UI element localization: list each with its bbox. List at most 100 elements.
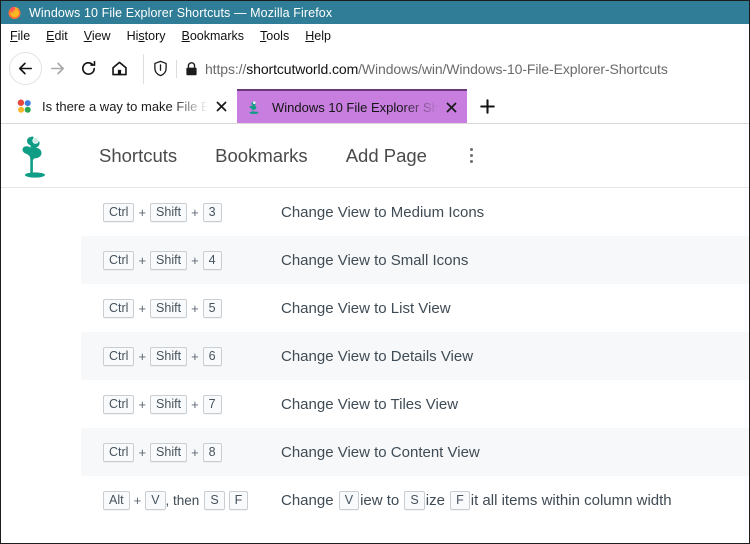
page-content: Shortcuts Bookmarks Add Page Ctrl + Shift +… xyxy=(1,124,749,524)
table-row: Ctrl + Shift +5 Change View to List View xyxy=(81,284,749,332)
table-row: Ctrl + Shift +3 Change View to Medium Icons xyxy=(81,188,749,236)
shortcut-description: Change View to Small Icons xyxy=(281,252,468,269)
key-plus-separator: + xyxy=(138,348,147,364)
shield-icon[interactable] xyxy=(153,60,168,77)
key-cap: Shift xyxy=(150,250,188,270)
shortcut-description: Change View to Details View xyxy=(281,348,473,365)
key-cap: 7 xyxy=(202,394,222,414)
key-cap: 3 xyxy=(202,202,222,222)
nav-link-shortcuts[interactable]: Shortcuts xyxy=(99,145,177,167)
shortcut-keys: Ctrl + Shift +4 xyxy=(81,250,281,270)
key-cap: Ctrl xyxy=(103,298,135,318)
key-plus-separator: + xyxy=(138,300,147,316)
shortcutworld-logo[interactable] xyxy=(15,132,55,180)
key-cap: 8 xyxy=(202,442,222,462)
new-tab-button[interactable] xyxy=(473,92,501,120)
shortcut-description: Change View to Tiles View xyxy=(281,396,458,413)
window-title: Windows 10 File Explorer Shortcuts — Moz… xyxy=(29,5,333,20)
close-icon[interactable] xyxy=(212,97,230,115)
url-divider xyxy=(176,59,177,78)
key-plus-separator: + xyxy=(138,252,147,268)
key-plus-separator: + xyxy=(191,300,199,316)
description-text: it all items within column width xyxy=(470,491,672,509)
colored-dots-favicon xyxy=(16,98,33,115)
tab-strip: Is there a way to make File Exp Windows … xyxy=(1,89,749,124)
key-cap: Ctrl xyxy=(103,394,135,414)
shortcut-description: Change View to List View xyxy=(281,300,451,317)
key-cap: Shift xyxy=(150,442,188,462)
url-scheme: https:// xyxy=(205,60,247,77)
lock-icon[interactable] xyxy=(185,61,198,77)
key-plus-separator: + xyxy=(191,204,199,220)
close-icon[interactable] xyxy=(442,98,460,116)
description-text: Change View to Content View xyxy=(281,443,480,461)
url-path: /Windows/win/Windows-10-File-Explorer-Sh… xyxy=(358,60,668,77)
nav-link-add-page[interactable]: Add Page xyxy=(346,145,427,167)
key-cap: 5 xyxy=(202,298,222,318)
key-plus-separator: + xyxy=(138,396,147,412)
site-header: Shortcuts Bookmarks Add Page xyxy=(1,124,749,188)
description-text: Change View to List View xyxy=(281,299,451,317)
back-icon[interactable] xyxy=(9,52,42,85)
key-cap: S xyxy=(404,490,425,510)
menu-bookmarks[interactable]: Bookmarks xyxy=(182,29,245,43)
menu-edit[interactable]: Edit xyxy=(46,29,68,43)
kebab-menu-icon[interactable] xyxy=(461,142,483,170)
key-cap: 4 xyxy=(202,250,222,270)
shortcut-keys: Alt + V, then S F xyxy=(81,490,281,510)
nav-link-bookmarks[interactable]: Bookmarks xyxy=(215,145,308,167)
menu-history[interactable]: History xyxy=(127,29,166,43)
key-cap: F xyxy=(228,490,249,510)
tab-forum[interactable]: Is there a way to make File Exp xyxy=(7,89,237,123)
forward-icon[interactable] xyxy=(42,53,73,84)
menu-tools[interactable]: Tools xyxy=(260,29,289,43)
key-plus-separator: + xyxy=(191,444,199,460)
menu-view[interactable]: View xyxy=(84,29,111,43)
tab-shortcutworld[interactable]: Windows 10 File Explorer Shor xyxy=(237,89,467,123)
description-text: ize xyxy=(425,491,450,509)
firefox-logo-icon xyxy=(7,5,22,20)
key-cap: Ctrl xyxy=(103,346,135,366)
key-cap: Shift xyxy=(150,298,188,318)
key-plus-separator: + xyxy=(191,348,199,364)
table-row: Ctrl + Shift +4 Change View to Small Icons xyxy=(81,236,749,284)
key-cap: 6 xyxy=(202,346,222,366)
description-text: Change View to Small Icons xyxy=(281,251,469,269)
table-row: Alt + V, then S F Change View to Size Fit all… xyxy=(81,476,749,524)
shortcut-keys: Ctrl + Shift +5 xyxy=(81,298,281,318)
menu-help[interactable]: Help xyxy=(305,29,331,43)
menu-file[interactable]: File xyxy=(10,29,30,43)
shortcut-keys: Ctrl + Shift +3 xyxy=(81,202,281,222)
home-icon[interactable] xyxy=(104,53,135,84)
key-cap: S xyxy=(204,490,225,510)
url-host: shortcutworld.com xyxy=(246,60,359,77)
shortcut-table: Ctrl + Shift +3 Change View to Medium Icons C… xyxy=(1,188,749,524)
reload-icon[interactable] xyxy=(73,53,104,84)
url-bar[interactable]: https://shortcutworld.com/Windows/win/Wi… xyxy=(143,53,743,84)
shortcut-description: Change View to Size Fit all items within… xyxy=(281,490,672,510)
menu-bar: File Edit View History Bookmarks Tools H… xyxy=(1,24,749,48)
key-cap: Ctrl xyxy=(103,250,135,270)
key-cap: Shift xyxy=(150,346,188,366)
key-cap: V xyxy=(145,490,166,510)
table-row: Ctrl + Shift +7 Change View to Tiles View xyxy=(81,380,749,428)
key-plus-separator: + xyxy=(191,252,199,268)
key-cap: Shift xyxy=(150,394,188,414)
key-cap: Ctrl xyxy=(103,202,135,222)
description-text: Change View to Details View xyxy=(281,347,474,365)
key-plus-separator: + xyxy=(191,396,199,412)
key-plus-separator: + xyxy=(133,492,142,508)
shortcut-keys: Ctrl + Shift +8 xyxy=(81,442,281,462)
key-cap: V xyxy=(338,490,360,510)
url-text[interactable]: https://shortcutworld.com/Windows/win/Wi… xyxy=(205,61,668,77)
shortcut-keys: Ctrl + Shift +6 xyxy=(81,346,281,366)
description-text: Change View to Medium Icons xyxy=(281,203,485,221)
browser-toolbar: https://shortcutworld.com/Windows/win/Wi… xyxy=(1,48,749,89)
key-cap: Ctrl xyxy=(103,442,135,462)
shortcutworld-favicon xyxy=(246,99,263,116)
key-plus-separator: + xyxy=(138,444,147,460)
tab-title: Windows 10 File Explorer Shor xyxy=(272,99,438,115)
tab-title: Is there a way to make File Exp xyxy=(42,98,208,114)
key-sequence-separator: , then xyxy=(165,492,200,508)
description-text: iew to xyxy=(360,491,404,509)
